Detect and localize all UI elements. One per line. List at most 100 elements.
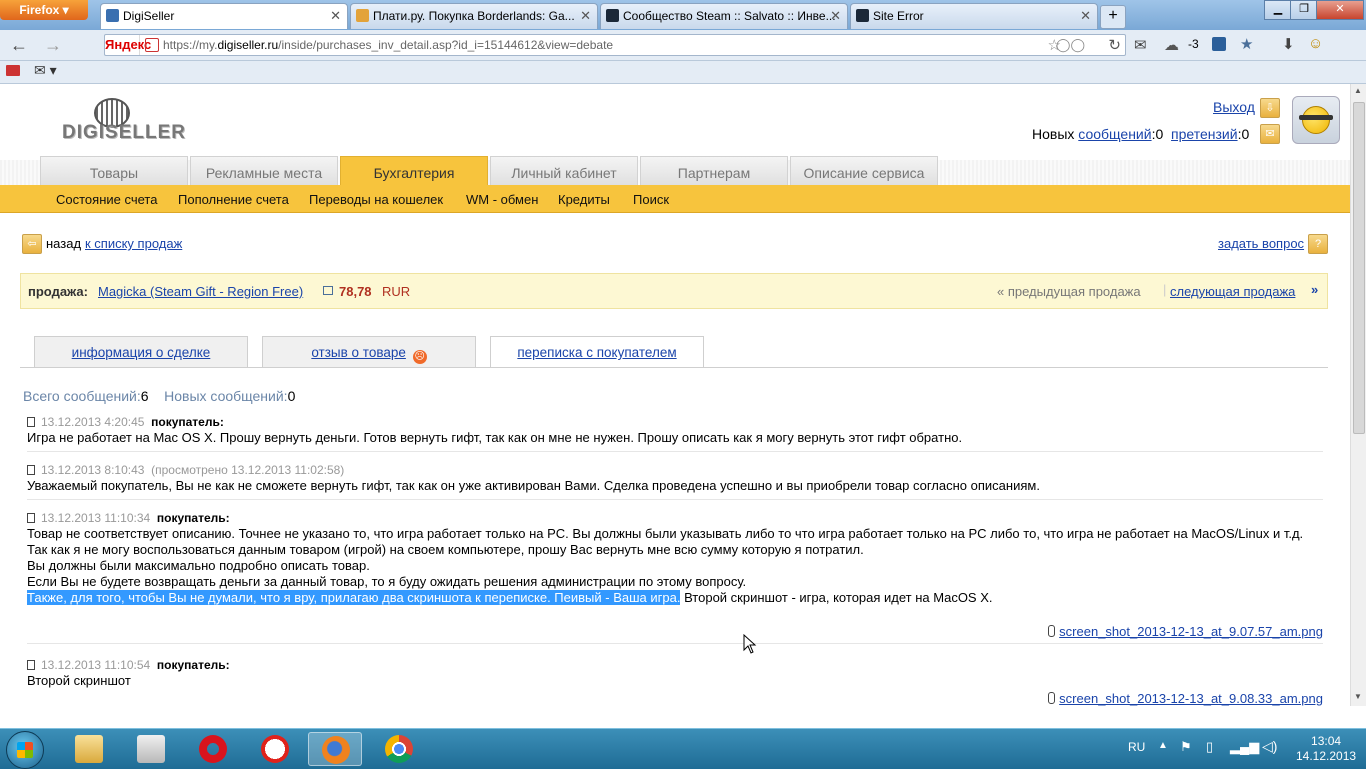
claims-link[interactable]: претензий bbox=[1171, 126, 1238, 142]
mail-icon[interactable]: ✉ bbox=[1134, 36, 1147, 54]
envelope-icon[interactable]: ✉ bbox=[1260, 124, 1280, 144]
avatar[interactable] bbox=[1292, 96, 1340, 144]
submenu-wm-exchange[interactable]: WM - обмен bbox=[466, 192, 538, 207]
browser-tab-site-error[interactable]: Site Error ✕ bbox=[850, 3, 1098, 29]
battery-icon[interactable]: ▯ bbox=[1206, 739, 1213, 755]
navigation-toolbar: ← → Яндекс https://my.digiseller.ru/insi… bbox=[0, 30, 1366, 61]
browser-tab-digiseller[interactable]: DigiSeller ✕ bbox=[100, 3, 348, 29]
minimize-button[interactable]: ▁ bbox=[1264, 0, 1292, 20]
address-bar[interactable]: Яндекс https://my.digiseller.ru/inside/p… bbox=[104, 34, 1126, 56]
scroll-down-icon[interactable]: ▼ bbox=[1354, 692, 1362, 701]
tab-deal-info[interactable]: информация о сделке bbox=[34, 336, 248, 367]
sale-price: 78,78 bbox=[339, 284, 372, 299]
firefox-menu-button[interactable]: Firefox ▾ bbox=[0, 0, 88, 20]
url-text: https://my.digiseller.ru/inside/purchase… bbox=[163, 38, 614, 52]
close-tab-icon[interactable]: ✕ bbox=[330, 4, 341, 28]
steam-favicon-icon bbox=[856, 9, 869, 22]
show-hidden-icons-icon[interactable]: ▲ bbox=[1158, 740, 1168, 751]
mail-checker-icon[interactable]: ✉ ▾ bbox=[34, 62, 57, 79]
taskbar-yandex-browser[interactable] bbox=[248, 732, 302, 766]
weather-cloud-icon[interactable]: ☁ bbox=[1164, 36, 1179, 54]
downloads-icon[interactable]: ⬇ bbox=[1282, 35, 1295, 53]
scroll-up-icon[interactable]: ▲ bbox=[1354, 86, 1362, 95]
start-button[interactable] bbox=[6, 731, 44, 769]
browser-tab-plati[interactable]: Плати.ру. Покупка Borderlands: Ga... ✕ bbox=[350, 3, 598, 29]
volume-icon[interactable]: ◁) bbox=[1262, 738, 1277, 755]
close-tab-icon[interactable]: ✕ bbox=[830, 4, 841, 28]
extension-icon[interactable] bbox=[1212, 37, 1226, 51]
submenu-wallet-transfers[interactable]: Переводы на кошелек bbox=[309, 192, 443, 207]
reload-icon[interactable]: ↻ bbox=[1108, 36, 1121, 54]
tab-partners[interactable]: Партнерам bbox=[640, 156, 788, 185]
tab-product-review[interactable]: отзыв о товаре ☹ bbox=[262, 336, 476, 367]
taskbar-firefox[interactable] bbox=[308, 732, 362, 766]
messages-link[interactable]: сообщений bbox=[1078, 126, 1151, 142]
ask-question-link[interactable]: задать вопрос bbox=[1218, 236, 1304, 251]
tab-accounting[interactable]: Бухгалтерия bbox=[340, 156, 488, 185]
network-signal-icon[interactable]: ▂▄▆ bbox=[1230, 739, 1259, 755]
total-messages-count: 6 bbox=[140, 388, 149, 404]
message-item: 13.12.2013 8:10:43 (просмотрено 13.12.20… bbox=[27, 462, 1323, 500]
digiseller-logo[interactable]: DIGISELLER bbox=[62, 98, 185, 144]
maximize-button[interactable]: ❐ bbox=[1290, 0, 1318, 20]
folder-icon bbox=[75, 735, 103, 763]
tab-personal-cabinet[interactable]: Личный кабинет bbox=[490, 156, 638, 185]
action-center-flag-icon[interactable]: ⚑ bbox=[1180, 739, 1192, 755]
taskbar-opera[interactable] bbox=[186, 732, 240, 766]
reader-glasses-icon[interactable]: ◯◯ bbox=[1056, 37, 1085, 53]
product-link[interactable]: Magicka (Steam Gift - Region Free) bbox=[98, 284, 303, 299]
attachment-link[interactable]: screen_shot_2013-12-13_at_9.08.33_am.png bbox=[1048, 691, 1323, 706]
new-tab-button[interactable]: + bbox=[1100, 5, 1126, 29]
taskbar-explorer[interactable] bbox=[62, 732, 116, 766]
site-identity-icon[interactable] bbox=[145, 38, 159, 52]
yandex-search-button[interactable]: Яндекс bbox=[105, 35, 151, 55]
sale-currency: RUR bbox=[382, 284, 411, 299]
message-text: Если Вы не будете возвращать деньги за д… bbox=[27, 574, 747, 589]
taskbar-clock[interactable]: 13:04 14.12.2013 bbox=[1296, 734, 1356, 764]
previous-sale-link[interactable]: « предыдущая продажа bbox=[997, 284, 1141, 299]
close-tab-icon[interactable]: ✕ bbox=[580, 4, 591, 28]
tab-ad-places[interactable]: Рекламные места bbox=[190, 156, 338, 185]
vertical-scrollbar[interactable]: ▲ ▼ bbox=[1350, 84, 1366, 706]
submenu-search[interactable]: Поиск bbox=[633, 192, 669, 207]
gmail-icon[interactable] bbox=[6, 65, 20, 76]
next-sale-link[interactable]: следующая продажа bbox=[1170, 284, 1295, 299]
addon-face-icon[interactable]: ☺ bbox=[1308, 35, 1323, 52]
submenu-account-state[interactable]: Состояние счета bbox=[56, 192, 157, 207]
sale-bar: продажа: Magicka (Steam Gift - Region Fr… bbox=[20, 273, 1328, 309]
back-to-sales-link[interactable]: к списку продаж bbox=[85, 236, 182, 251]
bookmarks-menu-icon[interactable]: ★ bbox=[1240, 35, 1253, 53]
message-counts: Всего сообщений:6 Новых сообщений:0 bbox=[23, 388, 296, 404]
submenu-credits[interactable]: Кредиты bbox=[558, 192, 610, 207]
document-icon bbox=[27, 660, 35, 670]
language-indicator[interactable]: RU bbox=[1128, 740, 1145, 754]
tab-buyer-correspondence[interactable]: переписка с покупателем bbox=[490, 336, 704, 368]
browser-titlebar: Firefox ▾ DigiSeller ✕ Плати.ру. Покупка … bbox=[0, 0, 1366, 30]
tab-service-description[interactable]: Описание сервиса bbox=[790, 156, 938, 185]
taskbar-chrome[interactable] bbox=[372, 732, 426, 766]
mouse-cursor-icon bbox=[743, 634, 757, 654]
back-row: ⇦ назад к списку продаж задать вопрос ? bbox=[22, 234, 1328, 254]
sad-face-icon: ☹ bbox=[412, 350, 427, 364]
document-icon bbox=[27, 465, 35, 475]
browser-tab-steam[interactable]: Сообщество Steam :: Salvato :: Инве... ✕ bbox=[600, 3, 848, 29]
steam-favicon-icon bbox=[606, 9, 619, 22]
attachment-link[interactable]: screen_shot_2013-12-13_at_9.07.57_am.png bbox=[1048, 624, 1323, 640]
cart-icon bbox=[323, 286, 333, 295]
new-notifications: Новых сообщений:0 претензий:0 bbox=[1032, 126, 1250, 142]
taskbar-media-player[interactable] bbox=[124, 732, 178, 766]
logout-door-icon[interactable]: ⇩ bbox=[1260, 98, 1280, 118]
tab-goods[interactable]: Товары bbox=[40, 156, 188, 185]
selected-text: Также, для того, чтобы Вы не думали, что… bbox=[27, 590, 681, 605]
back-arrow-icon[interactable]: ← bbox=[10, 35, 28, 56]
logout-link[interactable]: Выход bbox=[1213, 99, 1255, 115]
submenu-top-up[interactable]: Пополнение счета bbox=[178, 192, 289, 207]
message-text: Уважаемый покупатель, Вы не как не сможе… bbox=[27, 478, 1040, 493]
message-text: Товар не соответствует описанию. Точнее … bbox=[27, 526, 1304, 541]
forward-arrow-icon[interactable]: → bbox=[44, 35, 62, 56]
close-tab-icon[interactable]: ✕ bbox=[1080, 4, 1091, 28]
close-window-button[interactable]: ✕ bbox=[1316, 0, 1364, 20]
scrollbar-thumb[interactable] bbox=[1353, 102, 1365, 434]
back-arrow-icon[interactable]: ⇦ bbox=[22, 234, 42, 254]
question-icon[interactable]: ? bbox=[1308, 234, 1328, 254]
